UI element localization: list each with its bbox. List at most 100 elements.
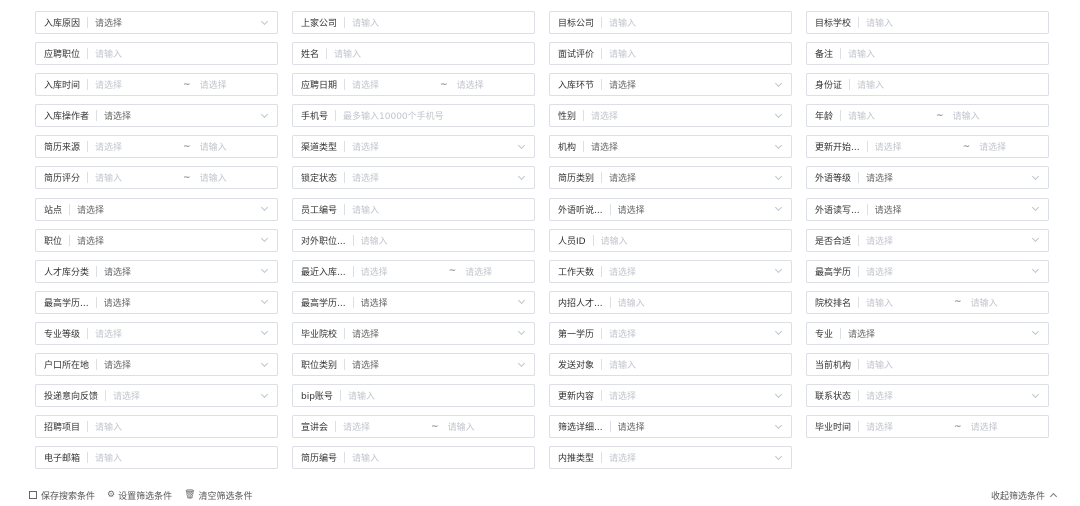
filter-field[interactable]: 当前机构 请输入 xyxy=(806,353,1049,377)
range-start[interactable]: 请选择 xyxy=(866,420,954,433)
filter-field[interactable]: 渠道类型 请选择 xyxy=(292,135,535,159)
filter-field[interactable]: 内推类型 请选择 xyxy=(549,446,792,470)
range-start[interactable]: 请选择 xyxy=(95,78,183,91)
select-value[interactable]: 请选择 xyxy=(866,265,1027,278)
range-input[interactable]: 请选择 ~ 请选择 xyxy=(875,140,1040,154)
filter-field[interactable]: 院校排名 请输入 ~ 请输入 xyxy=(806,290,1049,314)
select-value[interactable]: 请选择 xyxy=(609,451,770,464)
input-placeholder[interactable]: 请输入 xyxy=(848,47,1040,60)
filter-field[interactable]: 身份证 请输入 xyxy=(806,73,1049,97)
range-start[interactable]: 请选择 xyxy=(343,420,431,433)
filter-field[interactable]: 入库时间 请选择 ~ 请选择 xyxy=(35,73,278,97)
filter-field[interactable]: 招聘项目 请输入 xyxy=(35,415,278,439)
select-value[interactable]: 请选择 xyxy=(866,234,1027,247)
filter-field[interactable]: 第一学历 请选择 xyxy=(549,321,792,345)
select-value[interactable]: 请选择 xyxy=(352,358,513,371)
range-input[interactable]: 请输入 ~ 请输入 xyxy=(848,109,1040,123)
input-placeholder[interactable]: 请输入 xyxy=(348,389,526,402)
select-value[interactable]: 请选择 xyxy=(609,389,770,402)
set-filter-button[interactable]: ⚙ 设置筛选条件 xyxy=(107,489,172,502)
range-start[interactable]: 请选择 xyxy=(95,140,183,153)
filter-field[interactable]: 姓名 请输入 xyxy=(292,42,535,66)
chevron-down-icon[interactable] xyxy=(260,110,269,118)
chevron-down-icon[interactable] xyxy=(517,141,526,149)
filter-field[interactable]: 手机号 最多输入10000个手机号 xyxy=(292,104,535,128)
input-placeholder[interactable]: 请输入 xyxy=(352,451,526,464)
chevron-down-icon[interactable] xyxy=(774,421,783,429)
clear-filter-button[interactable]: 🗑 清空筛选条件 xyxy=(184,489,252,502)
select-value[interactable]: 请选择 xyxy=(77,234,256,247)
filter-field[interactable]: 年龄 请输入 ~ 请输入 xyxy=(806,104,1049,128)
select-value[interactable]: 请选择 xyxy=(104,296,256,309)
filter-field[interactable]: 专业等级 请选择 xyxy=(35,321,278,345)
filter-field[interactable]: 最近入库... 请选择 ~ 请选择 xyxy=(292,259,535,283)
input-placeholder[interactable]: 请输入 xyxy=(609,47,783,60)
chevron-down-icon[interactable] xyxy=(517,297,526,305)
range-start[interactable]: 请输入 xyxy=(848,109,936,122)
chevron-down-icon[interactable] xyxy=(260,235,269,243)
input-placeholder[interactable]: 请输入 xyxy=(618,296,783,309)
chevron-down-icon[interactable] xyxy=(774,141,783,149)
select-value[interactable]: 请选择 xyxy=(591,140,770,153)
filter-field[interactable]: 是否合适 请选择 xyxy=(806,228,1049,252)
select-value[interactable]: 请选择 xyxy=(591,109,770,122)
filter-field[interactable]: 机构 请选择 xyxy=(549,135,792,159)
filter-field[interactable]: 投递意向反馈 请选择 xyxy=(35,384,278,408)
filter-field[interactable]: bip账号 请输入 xyxy=(292,384,535,408)
filter-field[interactable]: 员工编号 请输入 xyxy=(292,197,535,221)
filter-field[interactable]: 户口所在地 请选择 xyxy=(35,353,278,377)
filter-field[interactable]: 毕业时间 请选择 ~ 请选择 xyxy=(806,415,1049,439)
range-input[interactable]: 请输入 ~ 请输入 xyxy=(866,296,1040,309)
select-value[interactable]: 请选择 xyxy=(352,171,513,184)
filter-field[interactable]: 人员ID 请输入 xyxy=(549,228,792,252)
select-value[interactable]: 请选择 xyxy=(618,203,770,216)
chevron-down-icon[interactable] xyxy=(774,204,783,212)
select-value[interactable]: 请选择 xyxy=(352,327,513,340)
select-value[interactable]: 请选择 xyxy=(609,265,770,278)
input-placeholder[interactable]: 请输入 xyxy=(361,234,526,247)
filter-field[interactable]: 站点 请选择 xyxy=(35,197,278,221)
chevron-down-icon[interactable] xyxy=(1031,235,1040,243)
filter-field[interactable]: 备注 请输入 xyxy=(806,42,1049,66)
range-input[interactable]: 请输入 ~ 请输入 xyxy=(95,171,269,185)
input-placeholder[interactable]: 请输入 xyxy=(857,78,1040,91)
filter-field[interactable]: 目标公司 请输入 xyxy=(549,11,792,34)
select-value[interactable]: 请选择 xyxy=(875,203,1027,216)
chevron-down-icon[interactable] xyxy=(1031,328,1040,336)
range-end[interactable]: 请输入 xyxy=(971,296,998,309)
filter-field[interactable]: 入库操作者 请选择 xyxy=(35,104,278,128)
filter-field[interactable]: 联系状态 请选择 xyxy=(806,384,1049,408)
chevron-down-icon[interactable] xyxy=(1031,390,1040,398)
select-value[interactable]: 请选择 xyxy=(866,389,1027,402)
select-value[interactable]: 请选择 xyxy=(113,389,256,402)
range-input[interactable]: 请选择 ~ 请选择 xyxy=(95,78,269,92)
chevron-down-icon[interactable] xyxy=(260,266,269,274)
select-value[interactable]: 请选择 xyxy=(104,358,256,371)
filter-field[interactable]: 简历来源 请选择 ~ 请输入 xyxy=(35,135,278,159)
chevron-down-icon[interactable] xyxy=(774,172,783,181)
input-placeholder[interactable]: 请输入 xyxy=(95,451,269,464)
chevron-down-icon[interactable] xyxy=(774,110,783,118)
select-value[interactable]: 请选择 xyxy=(618,420,770,433)
filter-field[interactable]: 对外职位... 请输入 xyxy=(292,228,535,252)
filter-field[interactable]: 入库环节 请选择 xyxy=(549,73,792,97)
filter-field[interactable]: 上家公司 请输入 xyxy=(292,11,535,34)
chevron-down-icon[interactable] xyxy=(260,328,269,336)
select-value[interactable]: 请选择 xyxy=(361,296,513,309)
chevron-down-icon[interactable] xyxy=(774,79,783,87)
range-end[interactable]: 请输入 xyxy=(448,420,475,433)
range-start[interactable]: 请选择 xyxy=(352,78,440,91)
filter-field[interactable]: 目标学校 请输入 xyxy=(806,11,1049,34)
select-value[interactable]: 请选择 xyxy=(866,171,1027,184)
select-value[interactable]: 请选择 xyxy=(104,109,256,122)
select-value[interactable]: 请选择 xyxy=(95,327,256,340)
input-placeholder[interactable]: 请输入 xyxy=(601,234,783,247)
filter-field[interactable]: 电子邮箱 请输入 xyxy=(35,446,278,470)
filter-field[interactable]: 职位 请选择 xyxy=(35,228,278,252)
select-value[interactable]: 请选择 xyxy=(104,265,256,278)
range-end[interactable]: 请选择 xyxy=(979,140,1006,153)
save-search-button[interactable]: 保存搜索条件 xyxy=(29,489,95,502)
chevron-down-icon[interactable] xyxy=(260,17,269,25)
range-input[interactable]: 请选择 ~ 请选择 xyxy=(866,420,1040,434)
input-placeholder[interactable]: 请输入 xyxy=(609,16,783,29)
